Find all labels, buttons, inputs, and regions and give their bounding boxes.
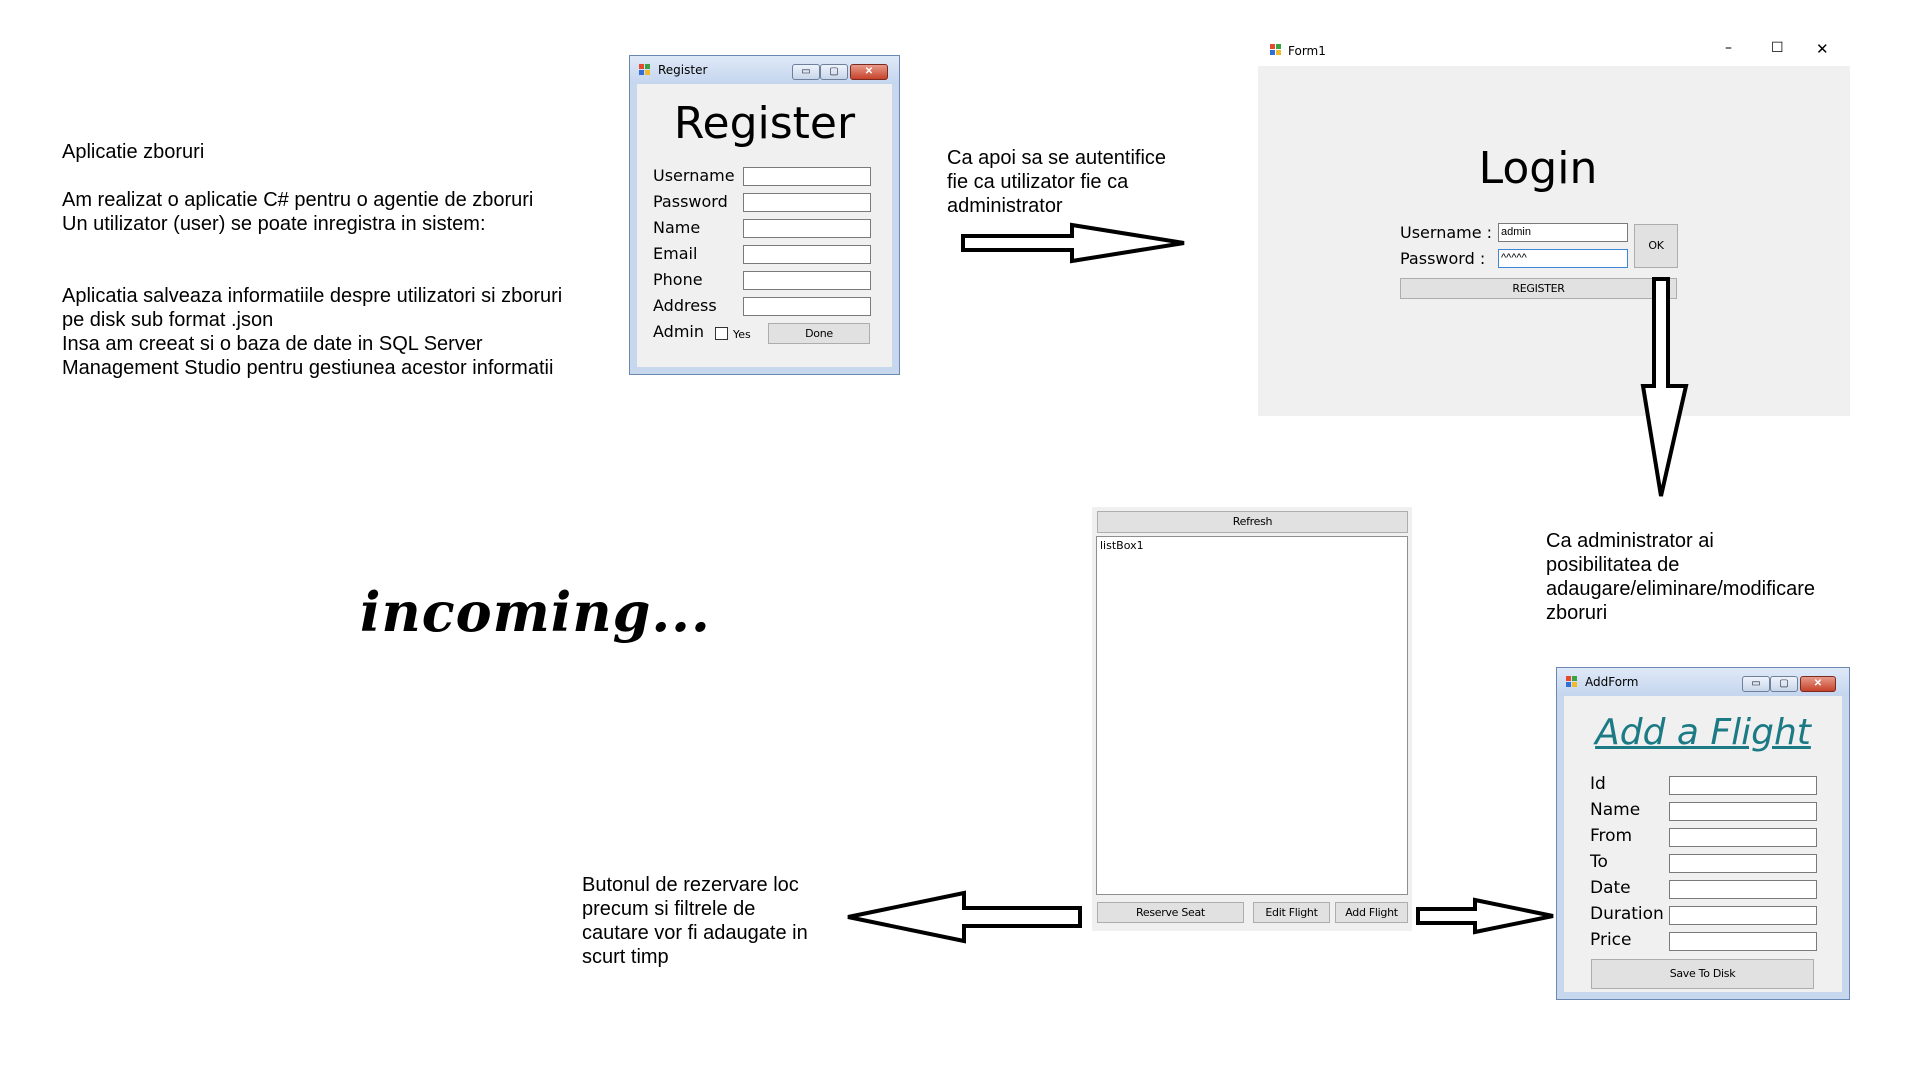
note-admin-line-3: adaugare/eliminare/modificare	[1546, 578, 1816, 600]
label-duration: Duration	[1590, 904, 1664, 924]
flights-panel: Refresh listBox1 Reserve Seat Edit Fligh…	[1092, 507, 1412, 931]
price-input[interactable]	[1669, 932, 1817, 951]
note-login-line-2: fie ca utilizator fie ca	[947, 171, 1129, 193]
minimize-button[interactable]: ▭	[792, 64, 820, 80]
ok-button[interactable]: OK	[1634, 224, 1678, 268]
note-login-line-1: Ca apoi sa se autentifice	[947, 147, 1167, 169]
label-address: Address	[653, 296, 717, 315]
maximize-button[interactable]: ▢	[1770, 676, 1798, 692]
label-admin: Admin	[653, 322, 704, 341]
from-input[interactable]	[1669, 828, 1817, 847]
refresh-button[interactable]: Refresh	[1097, 511, 1408, 533]
done-button[interactable]: Done	[768, 323, 870, 344]
arrow-right-icon	[961, 222, 1185, 264]
intro-line-6: Management Studio pentru gestiunea acest…	[62, 357, 554, 379]
arrow-right-icon	[1416, 897, 1554, 935]
intro-line-1: Am realizat o aplicatie C# pentru o agen…	[62, 189, 534, 211]
duration-input[interactable]	[1669, 906, 1817, 925]
username-value: admin	[1501, 226, 1531, 238]
addform-window-title: AddForm	[1585, 675, 1639, 689]
username-input[interactable]	[743, 167, 871, 186]
label-name: Name	[653, 218, 701, 237]
label-price: Price	[1590, 930, 1632, 950]
maximize-button[interactable]: ▢	[820, 64, 848, 80]
label-id: Id	[1590, 774, 1606, 794]
save-to-disk-button[interactable]: Save To Disk	[1591, 959, 1814, 989]
name-input[interactable]	[743, 219, 871, 238]
add-flight-button[interactable]: Add Flight	[1335, 902, 1408, 923]
phone-input[interactable]	[743, 271, 871, 290]
flights-listbox[interactable]: listBox1	[1096, 536, 1408, 895]
label-username: Username	[653, 166, 735, 185]
password-value: ^^^^^	[1501, 252, 1527, 264]
name-input[interactable]	[1669, 802, 1817, 821]
note-reserve: Butonul de rezervare loc precum si filtr…	[582, 873, 882, 969]
label-email: Email	[653, 244, 698, 263]
register-titlebar: Register ▭ ▢ ✕	[630, 56, 899, 84]
label-yes: Yes	[733, 328, 751, 341]
note-login: Ca apoi sa se autentifice fie ca utiliza…	[947, 146, 1207, 218]
register-heading: Register	[673, 98, 856, 149]
id-input[interactable]	[1669, 776, 1817, 795]
maximize-button[interactable]: ☐	[1771, 40, 1784, 56]
note-admin-line-4: zboruri	[1546, 602, 1608, 624]
register-window: Register ▭ ▢ ✕ Register Username Passwor…	[629, 55, 900, 375]
login-window: Form1 – ☐ ✕ Login Username : admin Passw…	[1258, 36, 1850, 416]
addform-titlebar: AddForm ▭ ▢ ✕	[1557, 668, 1849, 696]
register-form-body: Register Username Password Name Email Ph…	[637, 84, 892, 367]
label-phone: Phone	[653, 270, 703, 289]
note-reserve-line-4: scurt timp	[582, 946, 669, 968]
close-button[interactable]: ✕	[1816, 40, 1829, 58]
label-password: Password :	[1400, 249, 1486, 268]
label-name: Name	[1590, 800, 1641, 820]
label-from: From	[1590, 826, 1633, 846]
label-password: Password	[653, 192, 728, 211]
to-input[interactable]	[1669, 854, 1817, 873]
addform-window: AddForm ▭ ▢ ✕ Add a Flight Id Name From …	[1556, 667, 1850, 1000]
email-input[interactable]	[743, 245, 871, 264]
password-input[interactable]: ^^^^^	[1498, 249, 1628, 268]
note-admin-line-2: posibilitatea de	[1546, 554, 1680, 576]
close-button[interactable]: ✕	[1800, 676, 1836, 692]
note-reserve-line-3: cautare vor fi adaugate in	[582, 922, 808, 944]
intro-text: Aplicatie zboruri Am realizat o aplicati…	[62, 140, 622, 380]
arrow-left-icon	[847, 890, 1082, 944]
login-form-body: Login Username : admin Password : ^^^^^ …	[1258, 66, 1850, 416]
label-username: Username :	[1400, 223, 1493, 242]
edit-flight-button[interactable]: Edit Flight	[1253, 902, 1330, 923]
intro-title: Aplicatie zboruri	[62, 141, 205, 163]
password-input[interactable]	[743, 193, 871, 212]
reserve-seat-button[interactable]: Reserve Seat	[1097, 902, 1244, 923]
minimize-button[interactable]: –	[1725, 40, 1732, 56]
note-admin-line-1: Ca administrator ai	[1546, 530, 1714, 552]
label-date: Date	[1590, 878, 1631, 898]
register-button[interactable]: REGISTER	[1400, 278, 1677, 299]
admin-checkbox[interactable]	[715, 327, 728, 340]
intro-line-4: pe disk sub format .json	[62, 309, 274, 331]
note-login-line-3: administrator	[947, 195, 1063, 217]
intro-line-3: Aplicatia salveaza informatiile despre u…	[62, 285, 563, 307]
note-reserve-line-2: precum si filtrele de	[582, 898, 756, 920]
date-input[interactable]	[1669, 880, 1817, 899]
close-button[interactable]: ✕	[850, 64, 888, 80]
app-icon	[1270, 44, 1282, 55]
intro-line-2: Un utilizator (user) se poate inregistra…	[62, 213, 486, 235]
addform-heading: Add a Flight	[1595, 712, 1811, 753]
login-window-title: Form1	[1288, 44, 1326, 58]
listbox-placeholder: listBox1	[1100, 539, 1144, 552]
register-window-title: Register	[658, 63, 708, 77]
app-icon	[639, 64, 651, 75]
addform-body: Add a Flight Id Name From To Date Durati…	[1564, 696, 1842, 992]
note-admin: Ca administrator ai posibilitatea de ada…	[1546, 529, 1866, 625]
username-input[interactable]: admin	[1498, 223, 1628, 242]
incoming-label: incoming...	[360, 580, 711, 644]
arrow-down-icon	[1640, 277, 1689, 497]
login-heading: Login	[1478, 143, 1598, 194]
minimize-button[interactable]: ▭	[1742, 676, 1770, 692]
label-to: To	[1590, 852, 1608, 872]
intro-line-5: Insa am creeat si o baza de date in SQL …	[62, 333, 483, 355]
note-reserve-line-1: Butonul de rezervare loc	[582, 874, 799, 896]
address-input[interactable]	[743, 297, 871, 316]
app-icon	[1566, 676, 1578, 687]
